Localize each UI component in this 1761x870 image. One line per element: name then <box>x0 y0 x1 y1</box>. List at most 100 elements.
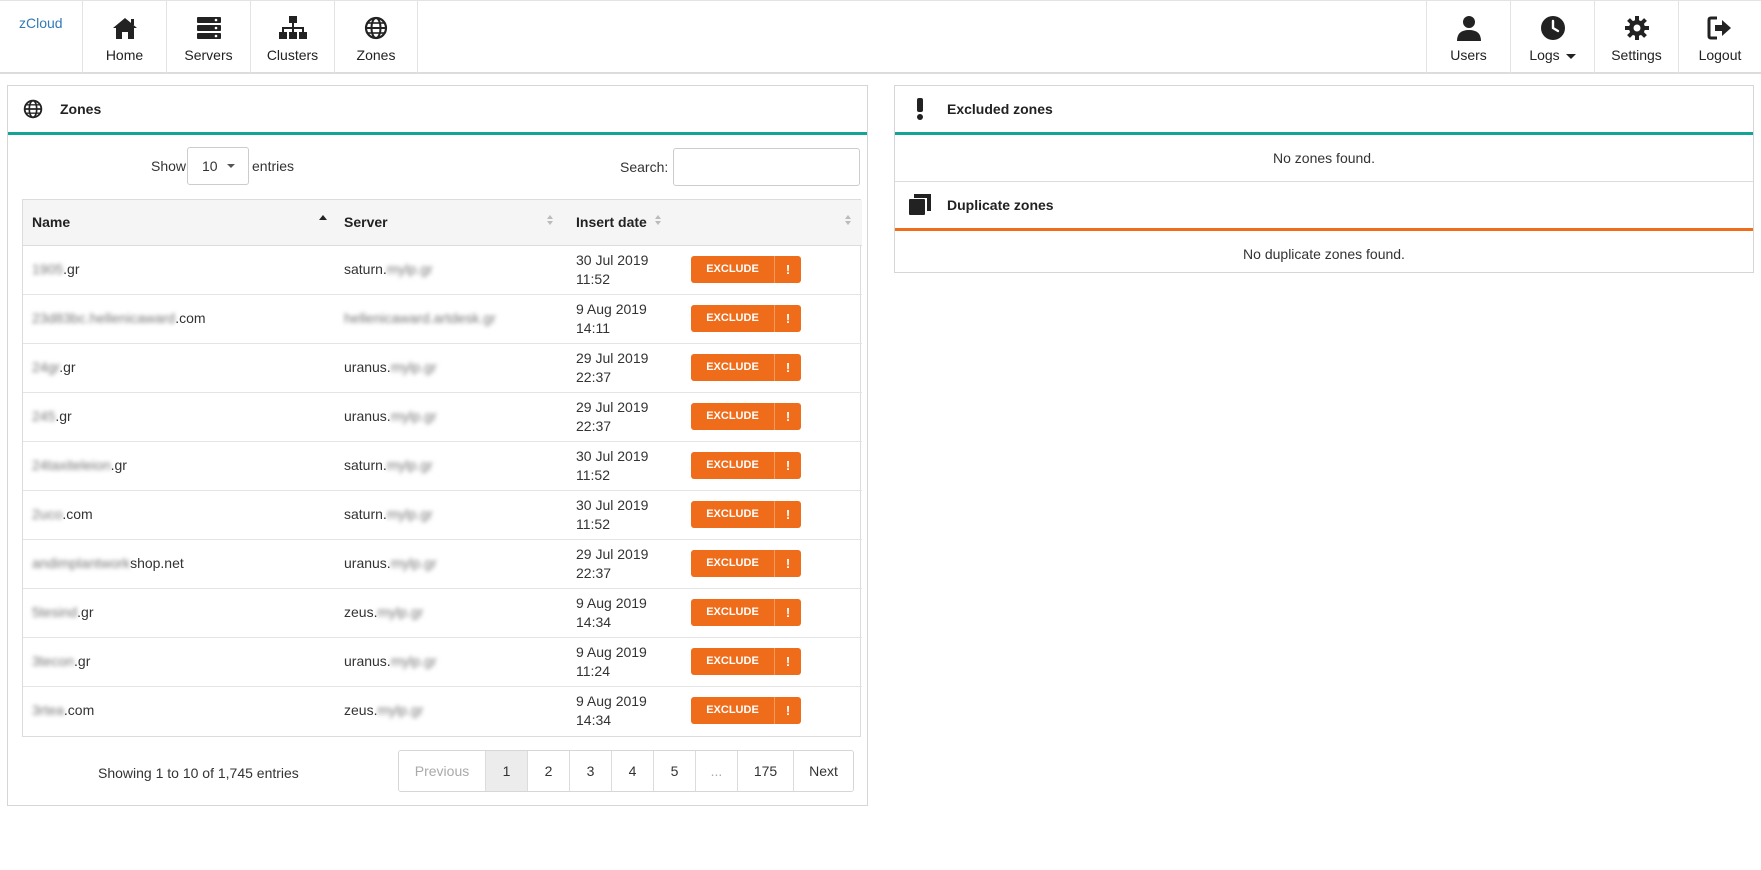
nav-users[interactable]: Users <box>1426 1 1510 73</box>
search-input[interactable] <box>673 148 860 186</box>
insert-date-cell: 9 Aug 2019 14:11 <box>567 294 675 343</box>
server-name: saturn. <box>344 506 387 522</box>
server-name: uranus. <box>344 359 391 375</box>
page-previous[interactable]: Previous <box>399 751 485 791</box>
insert-time: 22:37 <box>576 417 612 434</box>
nav-settings[interactable]: Settings <box>1594 1 1678 73</box>
brand-link[interactable]: zCloud <box>0 1 82 73</box>
server-name: saturn. <box>344 261 387 277</box>
exclude-button[interactable]: EXCLUDE! <box>691 550 801 577</box>
zone-name-redacted: 24gr <box>32 359 60 375</box>
insert-date-cell: 29 Jul 2019 22:37 <box>567 392 675 441</box>
insert-date: 9 Aug 2019 <box>576 643 647 660</box>
table-controls: Show 10 entries Search: <box>8 147 867 187</box>
exclude-button[interactable]: EXCLUDE! <box>691 403 801 430</box>
exclamation-icon: ! <box>774 550 801 577</box>
server-cell: zeus.mylp.gr <box>335 588 567 637</box>
actions-cell: EXCLUDE! <box>675 294 862 343</box>
column-header-actions[interactable] <box>675 200 862 246</box>
chevron-down-icon <box>227 164 235 168</box>
zone-name-cell: 24gr.gr <box>23 343 335 392</box>
nav-users-label: Users <box>1450 47 1487 63</box>
exclude-button[interactable]: EXCLUDE! <box>691 256 801 283</box>
actions-cell: EXCLUDE! <box>675 441 862 490</box>
exclude-button-label: EXCLUDE <box>706 508 759 520</box>
zones-table: Name Server Insert date 1905.gr saturn.my… <box>22 199 862 737</box>
zone-name-cell: 23d83bc.hellenicaward.com <box>23 294 335 343</box>
exclude-button[interactable]: EXCLUDE! <box>691 501 801 528</box>
excluded-panel-title: Excluded zones <box>947 101 1053 117</box>
server-name-redacted: mylp.gr <box>386 457 433 473</box>
insert-date-cell: 9 Aug 2019 14:34 <box>567 588 675 637</box>
server-cell: hellenicaward.artdesk.gr <box>335 294 567 343</box>
server-name-redacted: mylp.gr <box>377 702 424 719</box>
show-label: Show <box>151 158 187 174</box>
page-2[interactable]: 2 <box>527 751 569 791</box>
exclude-button-label: EXCLUDE <box>706 557 759 569</box>
insert-time: 14:34 <box>576 711 612 728</box>
page-175[interactable]: 175 <box>737 751 793 791</box>
page-5[interactable]: 5 <box>653 751 695 791</box>
exclamation-icon: ! <box>774 697 801 725</box>
zone-name-suffix: .gr <box>110 457 127 473</box>
insert-date: 30 Jul 2019 <box>576 251 649 268</box>
zone-name-redacted: 2uco <box>32 506 63 522</box>
table-row: 2uco.com saturn.mylp.gr 30 Jul 2019 11:52 EX… <box>23 490 862 539</box>
insert-date: 30 Jul 2019 <box>576 447 649 464</box>
exclude-button-label: EXCLUDE <box>706 459 759 471</box>
nav-logout[interactable]: Logout <box>1678 1 1761 73</box>
sort-icon <box>655 215 661 227</box>
page-next[interactable]: Next <box>793 751 853 791</box>
entries-select[interactable]: 10 <box>187 147 249 185</box>
exclude-button[interactable]: EXCLUDE! <box>691 648 801 675</box>
nav-home-label: Home <box>105 47 144 63</box>
actions-cell: EXCLUDE! <box>675 245 862 294</box>
exclude-button[interactable]: EXCLUDE! <box>691 354 801 381</box>
table-row: 1905.gr saturn.mylp.gr 30 Jul 2019 11:52 EXC… <box>23 245 862 294</box>
table-header-row: Name Server Insert date <box>23 200 862 246</box>
exclamation-icon: ! <box>774 305 801 332</box>
insert-date: 9 Aug 2019 <box>576 594 647 611</box>
actions-cell: EXCLUDE! <box>675 490 862 539</box>
nav-logs[interactable]: Logs <box>1510 1 1594 73</box>
nav-clusters[interactable]: Clusters <box>250 1 334 73</box>
sort-icon <box>845 215 851 227</box>
nav-home[interactable]: Home <box>82 1 166 73</box>
server-name: uranus. <box>344 555 391 571</box>
page-1[interactable]: 1 <box>485 751 527 791</box>
zone-name-suffix: .gr <box>55 408 72 424</box>
server-cell: saturn.mylp.gr <box>335 441 567 490</box>
insert-date-cell: 9 Aug 2019 14:34 <box>567 686 675 735</box>
nav-zones[interactable]: Zones <box>334 1 418 73</box>
logout-icon <box>1707 13 1733 43</box>
insert-date-cell: 30 Jul 2019 11:52 <box>567 441 675 490</box>
zones-panel: Zones Show 10 entries Search: Name Serve… <box>7 85 868 806</box>
entries-label: entries <box>252 158 295 174</box>
exclude-button[interactable]: EXCLUDE! <box>691 305 801 332</box>
column-header-server[interactable]: Server <box>335 200 567 246</box>
exclude-button[interactable]: EXCLUDE! <box>691 452 801 479</box>
zone-name-redacted: 1905 <box>32 261 64 277</box>
page-4[interactable]: 4 <box>611 751 653 791</box>
duplicate-empty-message: No duplicate zones found. <box>1243 246 1405 262</box>
table-row: 3rtea.com zeus.mylp.gr 9 Aug 2019 14:34 EXCL… <box>23 686 862 735</box>
column-header-insert-date[interactable]: Insert date <box>567 200 675 246</box>
zone-name-cell: 3rtea.com <box>23 686 335 735</box>
exclude-button[interactable]: EXCLUDE! <box>691 697 801 725</box>
column-header-name[interactable]: Name <box>23 200 335 246</box>
actions-cell: EXCLUDE! <box>675 343 862 392</box>
insert-date-cell: 30 Jul 2019 11:52 <box>567 490 675 539</box>
exclamation-icon: ! <box>774 501 801 528</box>
zone-name-redacted: 3rtea <box>32 702 64 719</box>
server-cell: uranus.mylp.gr <box>335 343 567 392</box>
excluded-duplicate-panel: Excluded zones No zones found. Duplicate… <box>894 85 1754 273</box>
exclude-button-label: EXCLUDE <box>706 410 759 422</box>
top-navbar: zCloud Home Servers Clusters Zones Users <box>0 0 1761 74</box>
insert-date: 29 Jul 2019 <box>576 349 649 366</box>
page-3[interactable]: 3 <box>569 751 611 791</box>
server-name: saturn. <box>344 457 387 473</box>
table-row: andimplantworkshop.net uranus.mylp.gr 29 J… <box>23 539 862 588</box>
exclude-button-label: EXCLUDE <box>706 704 759 717</box>
exclude-button[interactable]: EXCLUDE! <box>691 599 801 626</box>
nav-servers[interactable]: Servers <box>166 1 250 73</box>
